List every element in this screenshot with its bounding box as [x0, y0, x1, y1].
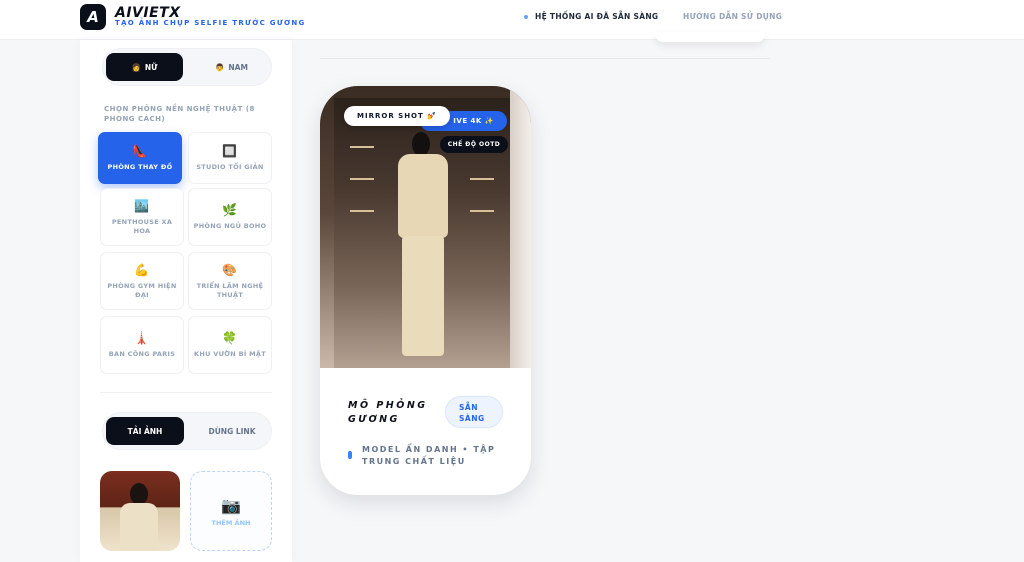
add-photo-button[interactable]: 📷 THÊM ẢNH [190, 471, 272, 551]
room-option-boho-bedroom[interactable]: 🌿 PHÒNG NGỦ BOHO [188, 188, 272, 246]
preview-title: MÔ PHỎNG GƯƠNG [348, 400, 428, 425]
room-option-minimal-studio[interactable]: 🔲 STUDIO TỐI GIẢN [188, 132, 272, 184]
tower-icon: 🗼 [134, 331, 150, 345]
room-option-dressing-room[interactable]: 👠 PHÒNG THAY ĐỒ [98, 132, 182, 184]
uploaded-photo-thumbnail[interactable] [100, 471, 180, 551]
app-header: A AIVIETX TẠO ẢNH CHỤP SELFIE TRƯỚC GƯƠN… [0, 0, 1024, 40]
subtitle-accent-bar [348, 451, 352, 459]
gender-option-female[interactable]: 👩 NỮ [106, 53, 183, 81]
man-icon: 👨 [215, 62, 225, 72]
preview-subtitle: MODEL ẨN DANH • TẬP TRUNG CHẤT LIỆU [362, 445, 496, 466]
closet-shelf [350, 210, 374, 212]
system-status-text: HỆ THỐNG AI ĐÃ SẴN SÀNG [535, 12, 659, 21]
room-label: PHÒNG NGỦ BOHO [193, 222, 267, 230]
closet-shelf [350, 178, 374, 180]
room-label: PHÒNG THAY ĐỒ [107, 163, 173, 171]
logo[interactable]: A [80, 4, 106, 30]
user-guide-link[interactable]: HƯỚNG DẪN SỬ DỤNG [683, 12, 782, 21]
room-label: PENTHOUSE XA HOA [111, 217, 173, 235]
room-label: KHU VƯỜN BÍ MẬT [194, 350, 266, 358]
ootd-mode-badge: CHẾ ĐỘ OOTD [440, 136, 508, 153]
woman-icon: 👩 [131, 62, 141, 72]
camera-icon: 📷 [221, 495, 241, 515]
room-option-modern-gym[interactable]: 💪 PHÒNG GYM HIỆN ĐẠI [100, 252, 184, 310]
room-label: PHÒNG GYM HIỆN ĐẠI [107, 281, 177, 299]
leaf-icon: 🌿 [222, 203, 238, 217]
control-sidebar: 👩 NỮ 👨 NAM CHỌN PHÔNG NỀN NGHỆ THUẬT (8 … [80, 40, 292, 562]
preview-figure-top [398, 154, 448, 238]
clover-icon: 🍀 [222, 331, 238, 345]
preview-edge-light [510, 86, 531, 368]
high-heel-icon: 👠 [132, 144, 148, 158]
header-dropdown-edge [655, 32, 765, 42]
gender-option-male[interactable]: 👨 NAM [193, 53, 270, 81]
thumbnail-figure-body [120, 503, 158, 551]
add-photo-label: THÊM ẢNH [211, 518, 251, 527]
gender-female-label: NỮ [144, 62, 158, 72]
room-option-art-gallery[interactable]: 🎨 TRIỂN LÃM NGHỆ THUẬT [188, 252, 272, 310]
closet-shelf [470, 210, 494, 212]
flexed-arm-icon: 💪 [134, 262, 150, 277]
closet-shelf [470, 178, 494, 180]
room-label: TRIỂN LÃM NGHỆ THUẬT [196, 281, 264, 299]
room-option-paris-balcony[interactable]: 🗼 BAN CÔNG PARIS [100, 316, 184, 374]
tab-upload-photo[interactable]: TẢI ẢNH [106, 417, 184, 445]
room-label: BAN CÔNG PARIS [108, 350, 176, 358]
mirror-shot-badge: MIRROR SHOT 💅 [344, 106, 450, 126]
brand-tagline: TẠO ẢNH CHỤP SELFIE TRƯỚC GƯƠNG [115, 19, 306, 27]
status-dot-icon [524, 14, 528, 19]
thumbnail-figure-head [130, 483, 148, 505]
room-option-penthouse[interactable]: 🏙️ PENTHOUSE XA HOA [100, 188, 184, 246]
upload-mode-toggle: TẢI ẢNH DÙNG LINK [102, 412, 272, 450]
tab-use-link[interactable]: DÙNG LINK [193, 417, 271, 445]
sidebar-divider [100, 392, 272, 393]
background-section-label: CHỌN PHÔNG NỀN NGHỆ THUẬT (8 PHONG CÁCH) [104, 105, 255, 123]
closet-shelf [350, 146, 374, 148]
city-building-icon: 🏙️ [134, 198, 150, 213]
room-label: STUDIO TỐI GIẢN [196, 163, 264, 171]
palette-icon: 🎨 [222, 262, 238, 277]
grid-frame-icon: 🔲 [222, 144, 238, 158]
main-top-divider [320, 58, 770, 59]
room-option-secret-garden[interactable]: 🍀 KHU VƯỜN BÍ MẬT [188, 316, 272, 374]
preview-figure-pants [402, 236, 444, 356]
gender-toggle: 👩 NỮ 👨 NAM [102, 48, 272, 86]
system-status: HỆ THỐNG AI ĐÃ SẴN SÀNG [524, 12, 658, 21]
ready-status-badge: SẴN SÀNG [445, 396, 503, 428]
preview-figure-head [412, 132, 430, 156]
gender-male-label: NAM [228, 62, 248, 72]
